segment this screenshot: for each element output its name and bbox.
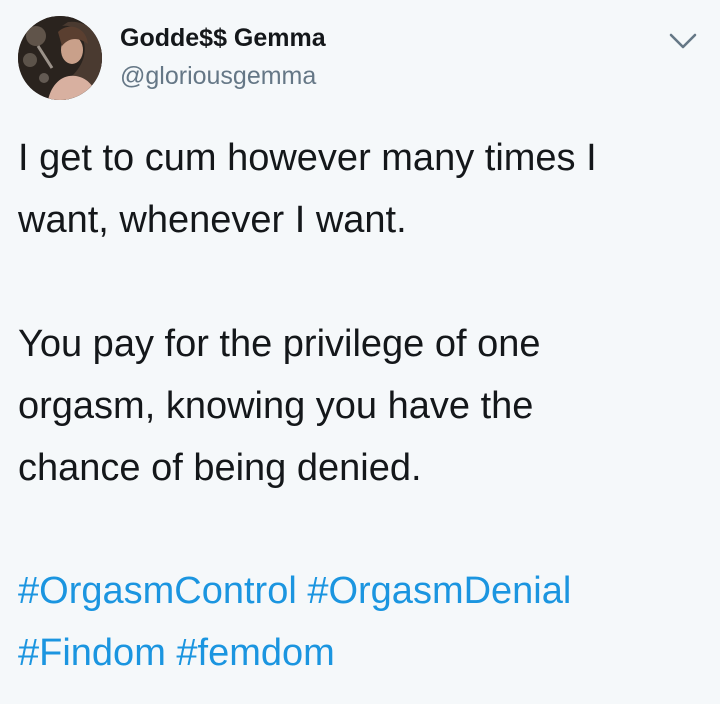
tweet-paragraph: You pay for the privilege of one orgasm,… (18, 323, 541, 489)
hashtag-link[interactable]: #Findom (18, 632, 166, 674)
tweet-menu-button[interactable] (668, 26, 698, 56)
avatar-photo (18, 16, 102, 100)
tweet-paragraph: I get to cum however many times I want, … (18, 137, 597, 241)
hashtag-link[interactable]: #OrgasmControl (18, 570, 297, 612)
hashtag-line: #OrgasmControl #OrgasmDenial (18, 570, 571, 612)
display-name[interactable]: Godde$$ Gemma (120, 22, 326, 54)
tweet-text: I get to cum however many times I want, … (18, 127, 708, 499)
avatar[interactable] (18, 16, 102, 100)
hashtag-line: #Findom #femdom (18, 632, 335, 674)
user-handle[interactable]: @gloriousgemma (120, 60, 326, 92)
tweet-card: Godde$$ Gemma @gloriousgemma I get to cu… (0, 0, 720, 704)
chevron-down-icon (669, 33, 697, 49)
hashtag-list: #OrgasmControl #OrgasmDenial #Findom #fe… (18, 560, 708, 684)
hashtag-link[interactable]: #femdom (176, 632, 334, 674)
hashtag-link[interactable]: #OrgasmDenial (307, 570, 571, 612)
user-names: Godde$$ Gemma @gloriousgemma (120, 22, 326, 92)
